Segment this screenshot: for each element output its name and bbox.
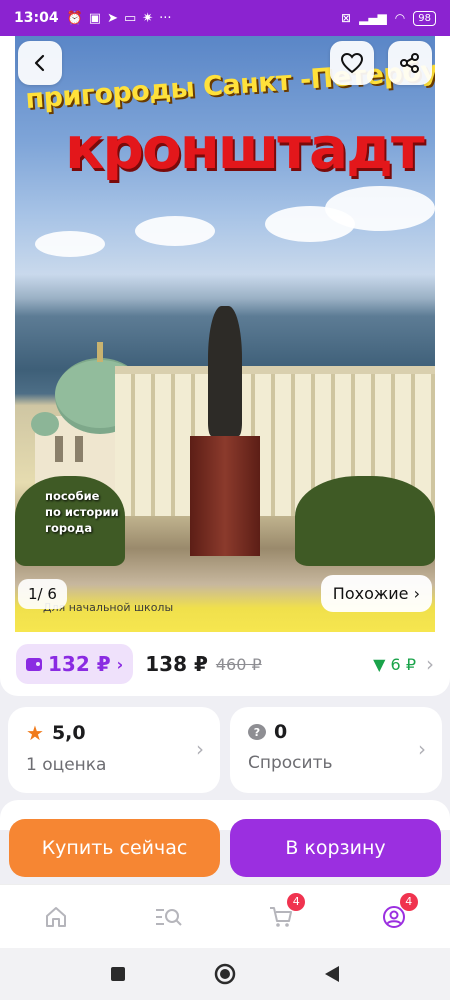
share-icon bbox=[400, 53, 419, 73]
wallet-price: 132 ₽ bbox=[48, 652, 111, 676]
status-time: 13:04 bbox=[14, 10, 59, 26]
current-price: 138 ₽ bbox=[145, 652, 208, 676]
home-icon bbox=[46, 906, 67, 927]
cover-title: кронштадт bbox=[65, 114, 425, 182]
share-button[interactable] bbox=[388, 41, 432, 85]
chevron-right-icon[interactable]: › bbox=[426, 652, 434, 676]
monument-base bbox=[190, 436, 260, 556]
n-icon: ▣ bbox=[88, 10, 102, 26]
back-button[interactable] bbox=[18, 41, 62, 85]
nav-cart[interactable]: 4 bbox=[261, 892, 306, 937]
chevron-right-icon: › bbox=[196, 737, 204, 761]
nav-catalog[interactable] bbox=[149, 897, 189, 937]
action-bar: Купить сейчас В корзину bbox=[0, 812, 450, 884]
old-price: 460 ₽ bbox=[215, 654, 262, 674]
rating-value: 5,0 bbox=[51, 722, 86, 744]
cloud-shape bbox=[135, 216, 215, 246]
mute-icon: ⊠ bbox=[341, 11, 352, 25]
cloud-shape bbox=[265, 206, 355, 242]
trees-shape bbox=[295, 476, 435, 566]
spark-icon: ✷ bbox=[142, 10, 154, 26]
nav-profile[interactable]: 4 bbox=[374, 892, 418, 937]
recent-apps-icon[interactable] bbox=[110, 966, 126, 982]
favorite-button[interactable] bbox=[330, 41, 374, 85]
star-icon: ★ bbox=[26, 721, 44, 745]
chevron-left-icon bbox=[34, 54, 45, 72]
profile-badge: 4 bbox=[399, 892, 418, 911]
add-to-cart-button[interactable]: В корзину bbox=[230, 819, 441, 877]
price-card[interactable]: 132 ₽ › 138 ₽ 460 ₽ ▼ 6 ₽ › bbox=[0, 632, 450, 696]
wallet-price-button[interactable]: 132 ₽ › bbox=[16, 644, 134, 684]
ask-question-label: Спросить bbox=[248, 753, 333, 773]
nav-home[interactable] bbox=[36, 897, 76, 937]
rating-card[interactable]: ★ 5,0 1 оценка › bbox=[8, 707, 220, 793]
telegram-icon: ➤ bbox=[107, 10, 118, 26]
chevron-right-icon: › bbox=[116, 654, 124, 674]
cloud-shape bbox=[35, 231, 105, 257]
chevron-right-icon: › bbox=[418, 737, 426, 761]
product-gallery[interactable]: пригороды Санкт -Петербурга кронштадт по… bbox=[0, 36, 450, 636]
image-counter: 1/ 6 bbox=[18, 579, 67, 609]
signal-icon: ▂▄▆ bbox=[359, 11, 387, 25]
questions-card[interactable]: ? 0 Спросить › bbox=[230, 707, 442, 793]
product-image[interactable]: пригороды Санкт -Петербурга кронштадт по… bbox=[15, 36, 435, 632]
more-icon: ··· bbox=[159, 10, 172, 26]
bottom-nav: 4 4 bbox=[0, 884, 450, 948]
battery-icon: 98 bbox=[413, 10, 436, 26]
statue-illustration bbox=[208, 306, 242, 436]
heart-icon bbox=[340, 52, 364, 74]
wifi-icon: ◠ bbox=[394, 11, 406, 25]
cart-badge: 4 bbox=[287, 892, 306, 911]
wallet-icon bbox=[26, 657, 42, 671]
question-bubble-icon: ? bbox=[248, 724, 266, 740]
system-nav-bar bbox=[0, 948, 450, 1000]
home-circle-icon[interactable] bbox=[214, 963, 236, 985]
similar-button[interactable]: Похожие › bbox=[320, 575, 432, 612]
status-bar: 13:04 ⏰ ▣ ➤ ▭ ✷ ··· ⊠ ▂▄▆ ◠ 98 bbox=[0, 0, 450, 36]
buy-now-button[interactable]: Купить сейчас bbox=[9, 819, 220, 877]
catalog-search-icon bbox=[155, 908, 182, 926]
questions-count: 0 bbox=[274, 721, 288, 743]
alarm-icon: ⏰ bbox=[66, 10, 83, 26]
mail-icon: ▭ bbox=[123, 10, 137, 26]
cover-note: пособие по истории города bbox=[45, 489, 119, 535]
bonus-amount: ▼ 6 ₽ bbox=[373, 654, 416, 674]
back-triangle-icon[interactable] bbox=[324, 965, 340, 983]
rating-count: 1 оценка bbox=[26, 755, 107, 775]
